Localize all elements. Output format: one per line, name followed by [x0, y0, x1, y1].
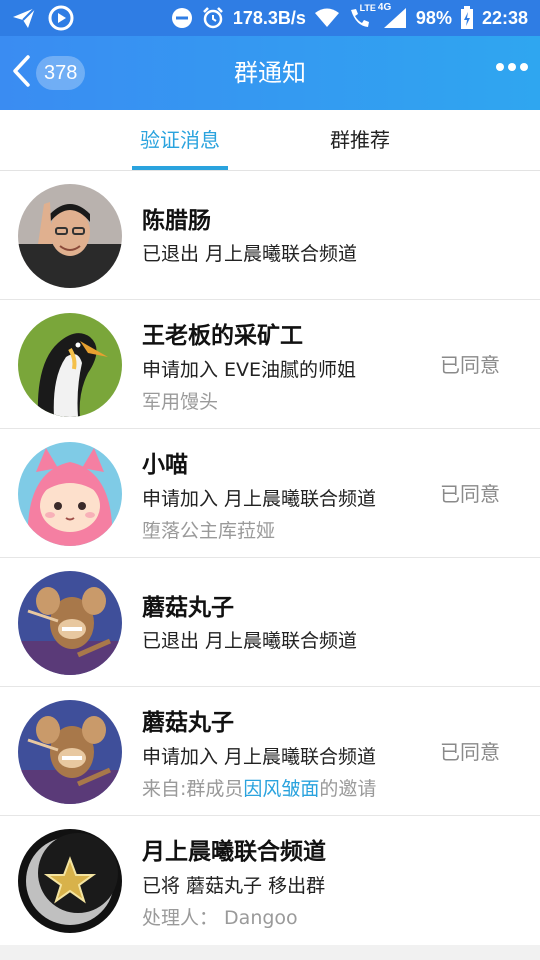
notification-item[interactable]: 蘑菇丸子 申请加入 月上晨曦联合频道 来自:群成员因风皱面的邀请 已同意: [0, 687, 540, 816]
dot-icon: [508, 63, 516, 71]
list-bottom-divider: [0, 945, 540, 960]
notification-list: 陈腊肠 已退出 月上晨曦联合频道 王老板的采矿工 申请加入 EVE油腻的师姐 军…: [0, 171, 540, 945]
invite-prefix: 来自:群成员: [142, 778, 244, 800]
alarm-icon: [201, 6, 225, 30]
dot-icon: [520, 63, 528, 71]
sender-name: 蘑菇丸子: [142, 595, 234, 621]
phone-lte-icon: LTE: [348, 3, 376, 30]
notification-message: 申请加入 月上晨曦联合频道: [142, 746, 377, 768]
notification-item[interactable]: 王老板的采矿工 申请加入 EVE油腻的师姐 军用馒头 已同意: [0, 300, 540, 429]
notification-item[interactable]: 蘑菇丸子 已退出 月上晨曦联合频道: [0, 558, 540, 687]
sender-name: 月上晨曦联合频道: [142, 839, 326, 865]
battery-icon: [460, 6, 474, 30]
wifi-icon: [314, 8, 340, 28]
network-speed: 178.3B/s: [232, 7, 306, 28]
avatar[interactable]: [18, 700, 122, 804]
avatar[interactable]: [18, 442, 122, 546]
tab-verification-messages[interactable]: 验证消息: [132, 110, 228, 171]
avatar[interactable]: [18, 184, 122, 288]
notification-message: 申请加入 EVE油腻的师姐: [142, 359, 357, 381]
notification-message: 已将 蘑菇丸子 移出群: [142, 875, 326, 897]
active-tab-indicator: [132, 166, 228, 170]
status-label: 已同意: [440, 482, 500, 506]
notification-message: 已退出 月上晨曦联合频道: [142, 630, 358, 652]
chevron-left-icon: [10, 54, 34, 92]
more-options-button[interactable]: [496, 63, 528, 71]
sender-name: 王老板的采矿工: [142, 323, 303, 349]
unread-count-badge: 378: [36, 56, 86, 90]
signal-icon: 4G: [378, 2, 408, 30]
sender-name: 小喵: [142, 452, 188, 478]
sender-name: 蘑菇丸子: [142, 710, 234, 736]
title-bar: 群通知 378: [0, 36, 540, 110]
network-type: 4G: [377, 2, 392, 13]
avatar[interactable]: [18, 571, 122, 675]
status-bar: 178.3B/s LTE 4G 98% 22:38: [0, 0, 540, 36]
notification-item[interactable]: 陈腊肠 已退出 月上晨曦联合频道: [0, 171, 540, 300]
battery-percent: 98%: [415, 7, 452, 28]
notification-item[interactable]: 月上晨曦联合频道 已将 蘑菇丸子 移出群 处理人： Dangoo: [0, 816, 540, 945]
play-circle-icon: [48, 5, 74, 31]
notification-sub-text: 处理人： Dangoo: [142, 907, 298, 929]
tab-group-recommendations[interactable]: 群推荐: [318, 110, 402, 171]
do-not-disturb-icon: [171, 7, 193, 29]
inviter-link[interactable]: 因风皱面: [243, 778, 319, 800]
notification-message: 申请加入 月上晨曦联合频道: [142, 488, 377, 510]
invite-suffix: 的邀请: [319, 778, 377, 800]
notification-message: 已退出 月上晨曦联合频道: [142, 243, 358, 265]
status-label: 已同意: [440, 740, 500, 764]
avatar[interactable]: [18, 829, 122, 933]
sender-name: 陈腊肠: [142, 208, 211, 234]
notification-sub-text: 军用馒头: [142, 391, 219, 413]
notification-sub-text: 堕落公主库菈娅: [142, 520, 276, 542]
status-label: 已同意: [440, 353, 500, 377]
tab-bar: 验证消息 群推荐: [0, 110, 540, 171]
dot-icon: [496, 63, 504, 71]
notification-sub-text: 来自:群成员因风皱面的邀请: [142, 774, 376, 801]
send-icon: [12, 7, 36, 29]
clock: 22:38: [481, 7, 528, 28]
notification-item[interactable]: 小喵 申请加入 月上晨曦联合频道 堕落公主库菈娅 已同意: [0, 429, 540, 558]
lte-label: LTE: [359, 3, 376, 13]
back-button[interactable]: 378: [10, 54, 86, 92]
avatar[interactable]: [18, 313, 122, 417]
